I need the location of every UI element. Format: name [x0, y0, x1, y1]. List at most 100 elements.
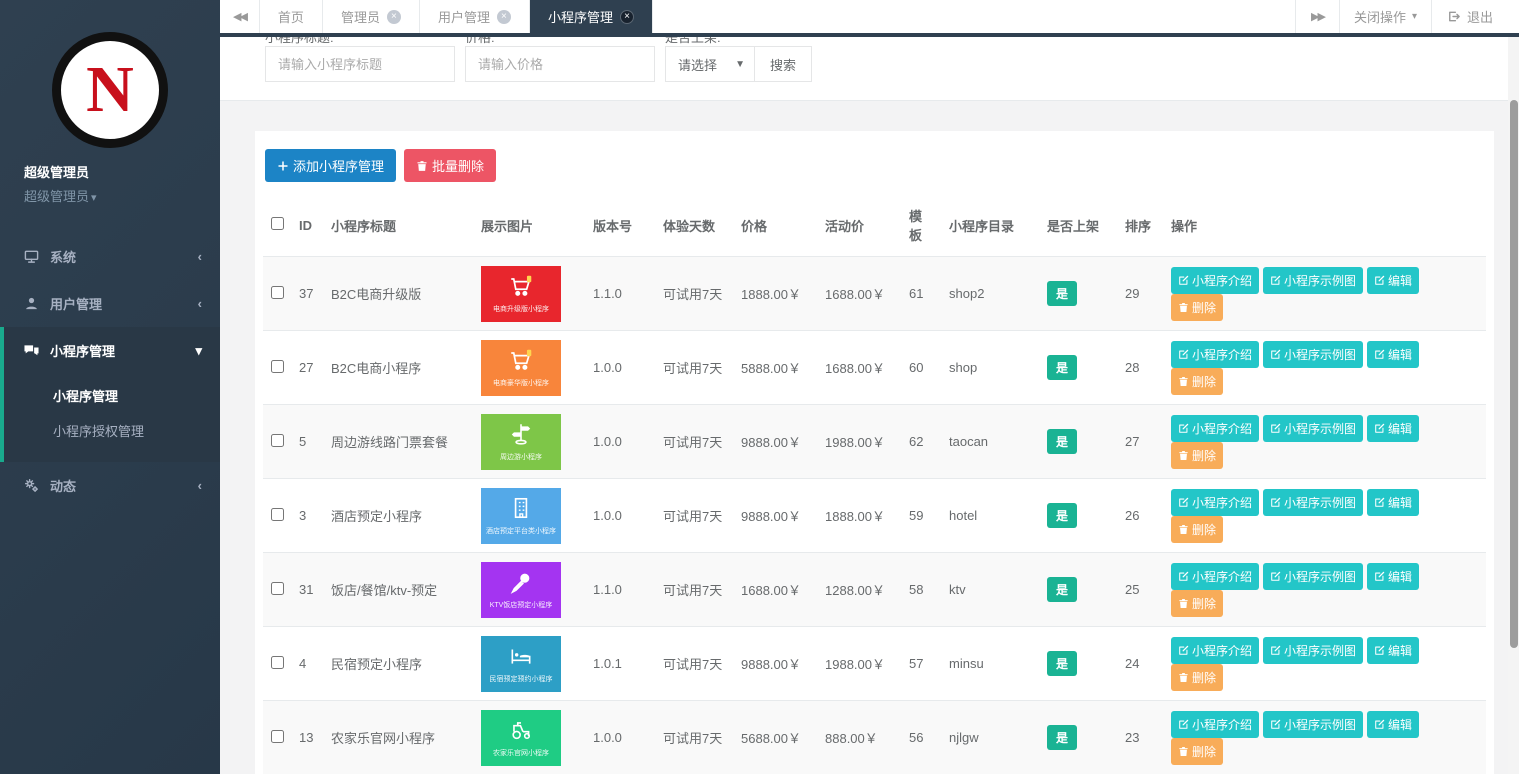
row-id: 3 — [291, 479, 323, 553]
action-button-小程序示例图[interactable]: 小程序示例图 — [1263, 711, 1363, 738]
row-checkbox[interactable] — [271, 434, 284, 447]
double-chevron-right-icon: ▶▶ — [1311, 10, 1324, 23]
action-button-小程序示例图[interactable]: 小程序示例图 — [1263, 267, 1363, 294]
row-directory: shop — [941, 331, 1039, 405]
trash-icon — [1178, 450, 1189, 461]
delete-button[interactable]: 删除 — [1171, 294, 1223, 321]
action-button-小程序示例图[interactable]: 小程序示例图 — [1263, 489, 1363, 516]
action-button-label: 编辑 — [1388, 346, 1412, 363]
action-button-小程序介绍[interactable]: 小程序介绍 — [1171, 341, 1259, 368]
delete-button[interactable]: 删除 — [1171, 590, 1223, 617]
sidebar-subitem-小程序管理[interactable]: 小程序管理 — [4, 378, 220, 413]
row-checkbox[interactable] — [271, 360, 284, 373]
close-operations-dropdown[interactable]: 关闭操作▾ — [1339, 0, 1431, 33]
profile-role-dropdown[interactable]: 超级管理员▾ — [24, 186, 220, 205]
action-button-小程序示例图[interactable]: 小程序示例图 — [1263, 415, 1363, 442]
chevron-left-icon: ‹ — [198, 249, 202, 264]
row-version: 1.0.1 — [585, 627, 655, 701]
row-version: 1.1.0 — [585, 553, 655, 627]
delete-button[interactable]: 删除 — [1171, 664, 1223, 691]
sidebar-link-小程序管理[interactable]: 小程序管理▾ — [4, 327, 220, 374]
tab-用户管理[interactable]: 用户管理× — [420, 0, 530, 33]
logout-icon — [1446, 9, 1461, 24]
vertical-scrollbar-track[interactable] — [1508, 37, 1519, 774]
row-checkbox[interactable] — [271, 656, 284, 669]
action-button-label: 编辑 — [1388, 642, 1412, 659]
search-title-input[interactable] — [265, 46, 455, 82]
row-image-tile: KTV饭店预定小程序 — [481, 562, 561, 618]
row-id: 4 — [291, 627, 323, 701]
table-row: 31 饭店/餐馆/ktv-预定 KTV饭店预定小程序 1.1.0 可试用7天 1… — [263, 553, 1486, 627]
row-sort: 25 — [1117, 553, 1163, 627]
action-button-小程序示例图[interactable]: 小程序示例图 — [1263, 563, 1363, 590]
delete-button[interactable]: 删除 — [1171, 738, 1223, 765]
action-button-小程序介绍[interactable]: 小程序介绍 — [1171, 637, 1259, 664]
edit-icon — [1270, 497, 1281, 508]
sidebar-menu: 系统‹用户管理‹小程序管理▾ 小程序管理小程序授权管理动态‹ — [0, 233, 220, 509]
action-button-小程序介绍[interactable]: 小程序介绍 — [1171, 711, 1259, 738]
row-id: 13 — [291, 701, 323, 774]
action-button-小程序介绍[interactable]: 小程序介绍 — [1171, 415, 1259, 442]
on-shelf-badge: 是 — [1047, 281, 1077, 306]
edit-icon — [1178, 719, 1189, 730]
column-header: 展示图片 — [473, 196, 585, 257]
search-button[interactable]: 搜索 — [754, 46, 812, 82]
row-price: 1688.00￥ — [733, 553, 817, 627]
row-price: 5888.00￥ — [733, 331, 817, 405]
edit-icon — [1178, 349, 1189, 360]
edit-icon — [1178, 645, 1189, 656]
tile-caption: 周边游小程序 — [500, 452, 542, 462]
row-checkbox[interactable] — [271, 582, 284, 595]
delete-button[interactable]: 删除 — [1171, 516, 1223, 543]
collapse-sidebar-button[interactable]: ◀◀ — [220, 0, 260, 33]
select-all-checkbox[interactable] — [271, 217, 284, 230]
sidebar-link-动态[interactable]: 动态‹ — [0, 462, 220, 509]
close-tab-icon[interactable]: × — [387, 10, 401, 24]
logo: N — [0, 0, 220, 160]
row-id: 5 — [291, 405, 323, 479]
row-trial: 可试用7天 — [655, 553, 733, 627]
action-button-编辑[interactable]: 编辑 — [1367, 637, 1419, 664]
tab-小程序管理[interactable]: 小程序管理× — [530, 0, 653, 33]
action-button-小程序示例图[interactable]: 小程序示例图 — [1263, 341, 1363, 368]
vertical-scrollbar-thumb[interactable] — [1510, 100, 1518, 648]
sidebar-subitem-小程序授权管理[interactable]: 小程序授权管理 — [4, 413, 220, 448]
close-tab-icon[interactable]: × — [620, 10, 634, 24]
tab-管理员[interactable]: 管理员× — [323, 0, 420, 33]
delete-button[interactable]: 删除 — [1171, 368, 1223, 395]
action-button-编辑[interactable]: 编辑 — [1367, 267, 1419, 294]
action-button-label: 删除 — [1192, 447, 1216, 464]
action-button-小程序介绍[interactable]: 小程序介绍 — [1171, 489, 1259, 516]
batch-delete-button[interactable]: 批量删除 — [404, 149, 496, 182]
edit-icon — [1270, 423, 1281, 434]
search-price-input[interactable] — [465, 46, 655, 82]
row-checkbox[interactable] — [271, 730, 284, 743]
row-activity-price: 1688.00￥ — [817, 257, 901, 331]
row-sort: 23 — [1117, 701, 1163, 774]
action-button-编辑[interactable]: 编辑 — [1367, 711, 1419, 738]
action-button-小程序介绍[interactable]: 小程序介绍 — [1171, 563, 1259, 590]
action-button-label: 小程序介绍 — [1192, 346, 1252, 363]
action-button-编辑[interactable]: 编辑 — [1367, 489, 1419, 516]
shelf-status-select[interactable]: 请选择 ▼ — [665, 46, 755, 82]
row-checkbox[interactable] — [271, 508, 284, 521]
sidebar-link-用户管理[interactable]: 用户管理‹ — [0, 280, 220, 327]
action-button-编辑[interactable]: 编辑 — [1367, 563, 1419, 590]
add-miniprogram-button[interactable]: 添加小程序管理 — [265, 149, 396, 182]
column-header: 是否上架 — [1039, 196, 1117, 257]
action-button-小程序示例图[interactable]: 小程序示例图 — [1263, 637, 1363, 664]
scroll-tabs-right-button[interactable]: ▶▶ — [1295, 0, 1339, 33]
logout-button[interactable]: 退出 — [1431, 0, 1519, 33]
row-version: 1.1.0 — [585, 257, 655, 331]
delete-button[interactable]: 删除 — [1171, 442, 1223, 469]
action-button-label: 编辑 — [1388, 716, 1412, 733]
action-button-小程序介绍[interactable]: 小程序介绍 — [1171, 267, 1259, 294]
row-template-id: 61 — [901, 257, 941, 331]
row-checkbox[interactable] — [271, 286, 284, 299]
sidebar-link-系统[interactable]: 系统‹ — [0, 233, 220, 280]
action-button-编辑[interactable]: 编辑 — [1367, 415, 1419, 442]
close-tab-icon[interactable]: × — [497, 10, 511, 24]
action-button-编辑[interactable]: 编辑 — [1367, 341, 1419, 368]
tab-首页[interactable]: 首页 — [260, 0, 323, 33]
action-button-label: 小程序示例图 — [1284, 272, 1356, 289]
